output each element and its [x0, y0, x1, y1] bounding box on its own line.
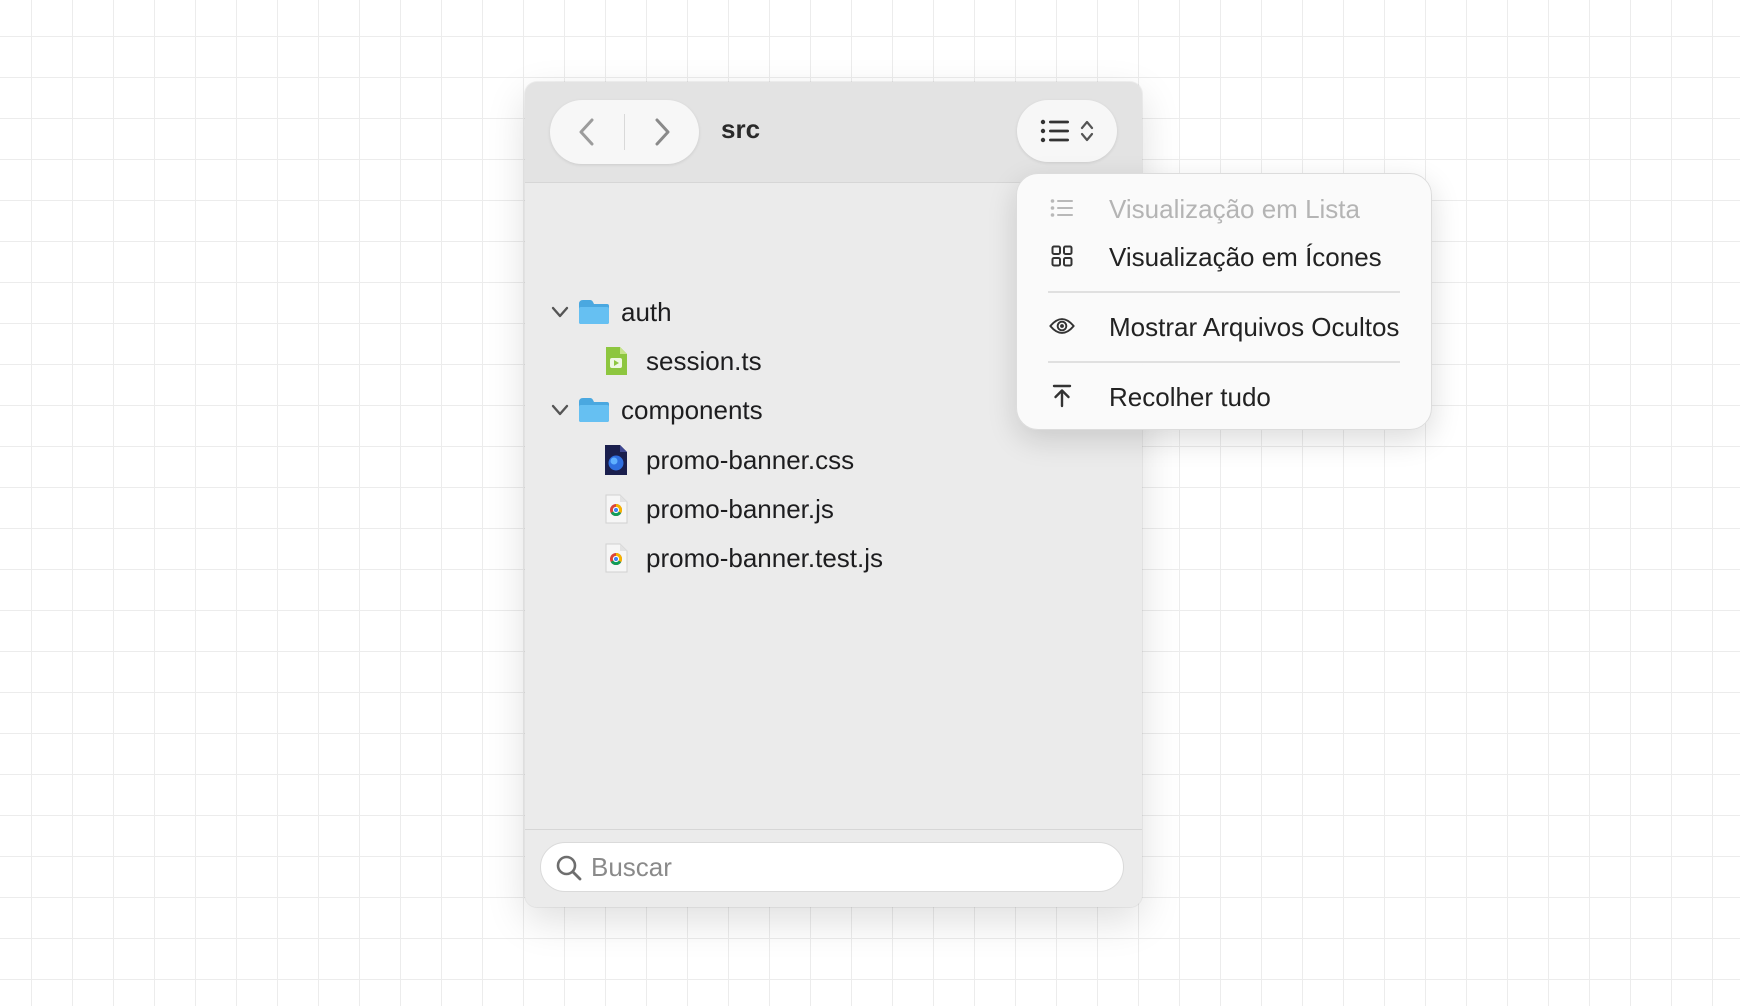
tree-row-file-promo-banner-js[interactable]: promo-banner.js: [525, 485, 1142, 533]
view-options-menu: Visualização em Lista Visualização em Íc…: [1016, 173, 1432, 430]
view-options-button[interactable]: [1017, 100, 1117, 162]
collapse-up-icon: [1049, 383, 1075, 409]
chevron-up-down-icon: [1080, 120, 1094, 142]
menu-item-collapse-all[interactable]: Recolher tudo: [1029, 374, 1419, 418]
search-bar: [525, 829, 1142, 907]
tree-row-file-promo-banner-css[interactable]: promo-banner.css: [525, 436, 1142, 484]
js-file-icon: [605, 543, 628, 573]
tree-item-label: promo-banner.js: [646, 493, 834, 524]
list-view-icon: [1040, 119, 1069, 143]
typescript-file-icon: [606, 347, 627, 375]
js-file-icon: [605, 494, 628, 524]
folder-icon: [579, 300, 609, 324]
chevron-right-icon: [655, 118, 670, 146]
tree-item-label: auth: [621, 296, 672, 327]
menu-separator: [1048, 361, 1400, 363]
grid-icon: [1049, 243, 1075, 269]
chevron-down-icon[interactable]: [550, 302, 570, 322]
menu-item-label: Mostrar Arquivos Ocultos: [1109, 312, 1400, 342]
toolbar: src: [525, 82, 1142, 183]
menu-item-show-hidden-files[interactable]: Mostrar Arquivos Ocultos: [1029, 304, 1419, 348]
eye-icon: [1049, 313, 1075, 339]
tree-item-label: promo-banner.css: [646, 444, 855, 475]
menu-item-label: Visualização em Ícones: [1109, 242, 1382, 272]
chevron-left-icon: [579, 118, 594, 146]
search-icon: [556, 855, 582, 881]
menu-separator: [1048, 291, 1400, 293]
forward-button[interactable]: [625, 100, 699, 164]
css-file-icon: [605, 445, 627, 475]
tree-item-label: session.ts: [646, 345, 762, 376]
search-input[interactable]: [591, 849, 1111, 885]
search-field[interactable]: [540, 842, 1124, 892]
menu-item-label: Recolher tudo: [1109, 382, 1271, 412]
tree-row-file-promo-banner-test-js[interactable]: promo-banner.test.js: [525, 534, 1142, 582]
menu-item-label: Visualização em Lista: [1109, 194, 1360, 224]
folder-icon: [579, 398, 609, 422]
back-button[interactable]: [550, 100, 624, 164]
tree-item-label: components: [621, 394, 763, 425]
menu-item-list-view: Visualização em Lista: [1029, 186, 1419, 230]
chevron-down-icon[interactable]: [550, 400, 570, 420]
navigation-controls: [550, 100, 699, 164]
list-icon: [1049, 195, 1075, 221]
tree-item-label: promo-banner.test.js: [646, 542, 884, 573]
folder-title: src: [721, 114, 761, 144]
menu-item-icon-view[interactable]: Visualização em Ícones: [1029, 234, 1419, 278]
